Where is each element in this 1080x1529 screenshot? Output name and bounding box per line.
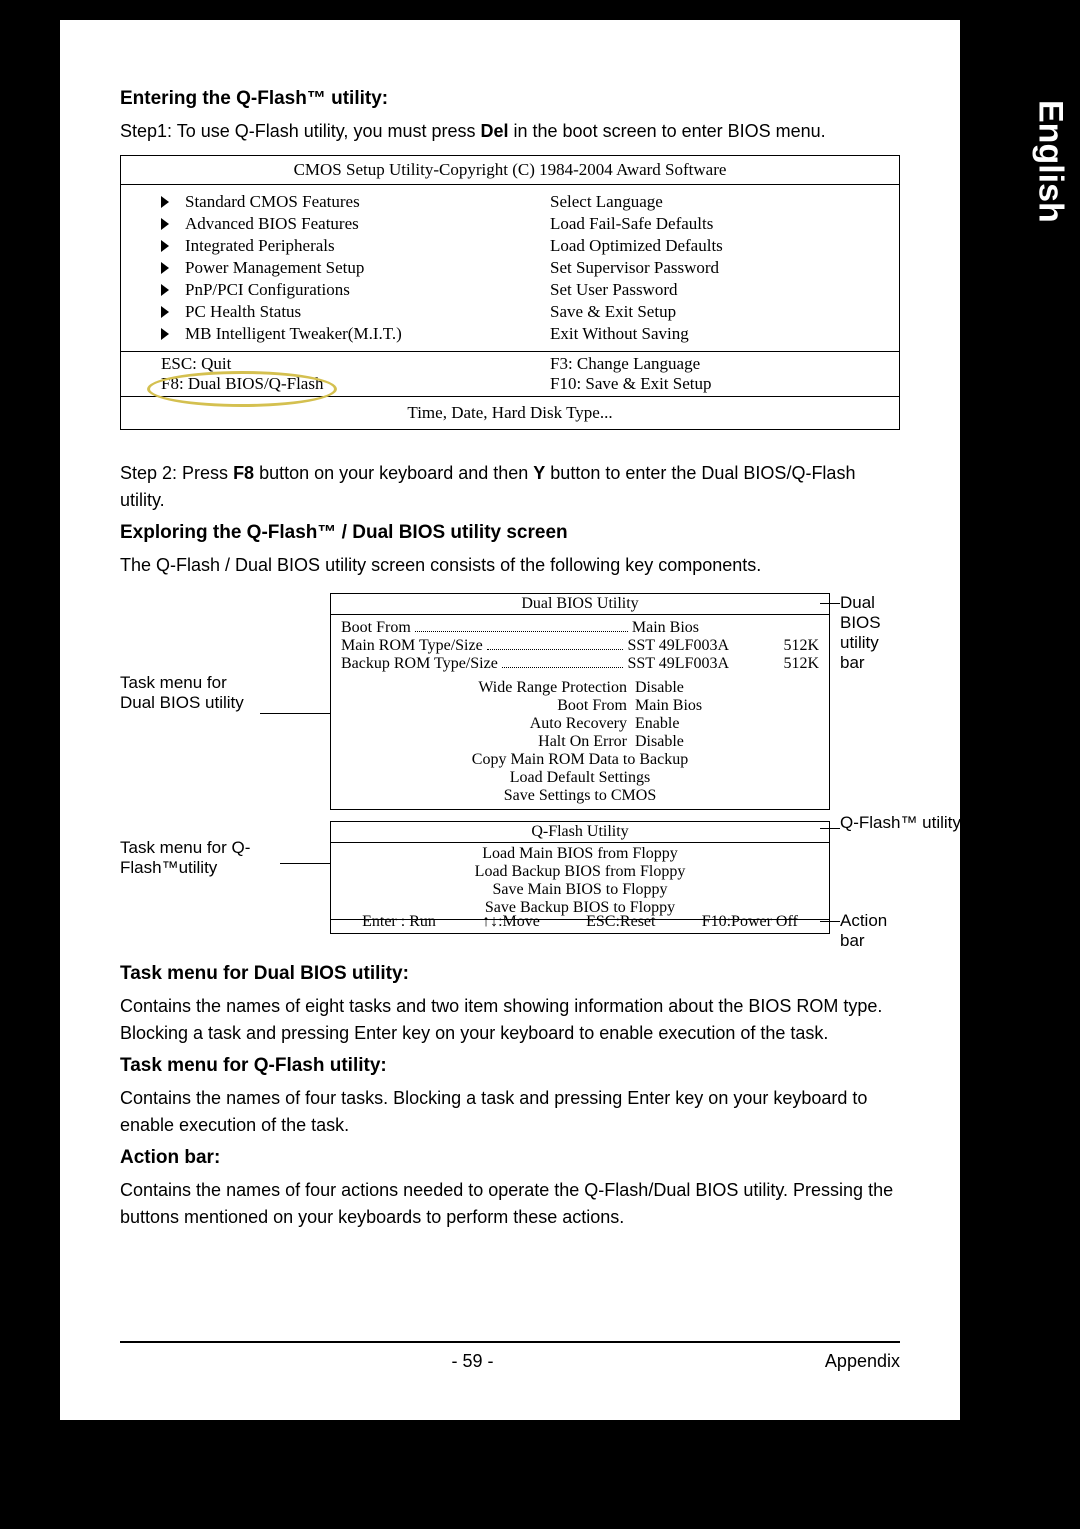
label-action-bar: Action bar — [840, 911, 900, 951]
esc-quit: ESC: Quit — [161, 354, 510, 374]
language-tab: English — [1020, 70, 1080, 270]
menu-item[interactable]: Integrated Peripherals — [185, 236, 335, 256]
label-dual-task: Task menu for Dual BIOS utility — [120, 673, 260, 713]
boot-from-val: Main Bios — [632, 619, 699, 637]
backup-rom-size: 512K — [729, 655, 819, 673]
dual-cmd[interactable]: Load Default Settings — [341, 769, 819, 787]
heading-dual-task: Task menu for Dual BIOS utility: — [120, 963, 900, 985]
step1-text: Step1: To use Q-Flash utility, you must … — [120, 118, 900, 145]
action-esc: ESC:Reset — [586, 913, 655, 931]
triangle-icon — [161, 328, 169, 340]
setting-label: Auto Recovery — [435, 715, 635, 733]
page-number: - 59 - — [451, 1351, 493, 1372]
setting-value[interactable]: Disable — [635, 733, 725, 751]
action-enter: Enter : Run — [362, 913, 436, 931]
setting-value[interactable]: Enable — [635, 715, 725, 733]
main-rom-val: SST 49LF003A — [627, 637, 729, 655]
main-rom-size: 512K — [729, 637, 819, 655]
menu-item[interactable]: Load Optimized Defaults — [550, 236, 723, 256]
f8-hint: F8: Dual BIOS/Q-Flash — [161, 374, 510, 394]
triangle-icon — [161, 306, 169, 318]
qflash-item[interactable]: Load Main BIOS from Floppy — [331, 845, 829, 863]
label-qflash-task: Task menu for Q-Flash™utility — [120, 838, 280, 878]
dual-bios-box: Dual BIOS Utility Boot FromMain Bios Mai… — [330, 593, 830, 810]
setting-label: Halt On Error — [435, 733, 635, 751]
cmos-title: CMOS Setup Utility-Copyright (C) 1984-20… — [121, 156, 899, 185]
menu-item[interactable]: Exit Without Saving — [550, 324, 689, 344]
step1-a: Step1: To use Q-Flash utility, you must … — [120, 121, 480, 141]
step1-b: in the boot screen to enter BIOS menu. — [509, 121, 826, 141]
triangle-icon — [161, 196, 169, 208]
heading-qflash-task: Task menu for Q-Flash utility: — [120, 1055, 900, 1077]
label-qflash-bar: Q-Flash™ utility title bar — [840, 813, 1040, 833]
setting-value[interactable]: Main Bios — [635, 697, 725, 715]
qflash-item[interactable]: Save Main BIOS to Floppy — [331, 881, 829, 899]
connector-line — [280, 863, 330, 864]
label-dual-bar: Dual BIOS utility bar — [840, 593, 900, 673]
action-move: ↑↓:Move — [482, 913, 540, 931]
action-bar: Enter : Run ↑↓:Move ESC:Reset F10:Power … — [330, 911, 830, 934]
step1-del: Del — [480, 121, 508, 141]
menu-item[interactable]: Set Supervisor Password — [550, 258, 719, 278]
heading-exploring: Exploring the Q-Flash™ / Dual BIOS utili… — [120, 522, 900, 544]
menu-item[interactable]: Select Language — [550, 192, 663, 212]
connector-line — [820, 921, 840, 922]
menu-item[interactable]: MB Intelligent Tweaker(M.I.T.) — [185, 324, 402, 344]
dual-cmd[interactable]: Save Settings to CMOS — [341, 787, 819, 805]
desc-qflash-task: Contains the names of four tasks. Blocki… — [120, 1085, 900, 1139]
cmos-setup-box: CMOS Setup Utility-Copyright (C) 1984-20… — [120, 155, 900, 430]
action-f10: F10:Power Off — [702, 913, 798, 931]
setting-label: Boot From — [435, 697, 635, 715]
connector-line — [820, 828, 840, 829]
menu-item[interactable]: Save & Exit Setup — [550, 302, 676, 322]
qflash-box: Q-Flash Utility Load Main BIOS from Flop… — [330, 821, 830, 920]
dual-bios-title: Dual BIOS Utility — [331, 594, 829, 614]
qflash-item[interactable]: Load Backup BIOS from Floppy — [331, 863, 829, 881]
exploring-intro: The Q-Flash / Dual BIOS utility screen c… — [120, 552, 900, 579]
heading-action-bar: Action bar: — [120, 1147, 900, 1169]
connector-line — [820, 603, 840, 604]
setting-label: Wide Range Protection — [435, 679, 635, 697]
setting-value[interactable]: Disable — [635, 679, 725, 697]
main-rom-label: Main ROM Type/Size — [341, 637, 483, 655]
menu-item[interactable]: PC Health Status — [185, 302, 301, 322]
menu-item[interactable]: PnP/PCI Configurations — [185, 280, 350, 300]
footer-section: Appendix — [825, 1351, 900, 1372]
menu-item[interactable]: Power Management Setup — [185, 258, 364, 278]
menu-item[interactable]: Set User Password — [550, 280, 678, 300]
menu-item[interactable]: Advanced BIOS Features — [185, 214, 359, 234]
f3-hint: F3: Change Language — [550, 354, 899, 374]
backup-rom-val: SST 49LF003A — [627, 655, 729, 673]
cmos-bottom: Time, Date, Hard Disk Type... — [121, 396, 899, 429]
utility-diagram: Task menu for Dual BIOS utility Task men… — [120, 593, 900, 933]
connector-line — [260, 713, 330, 714]
step2-text: Step 2: Press F8 button on your keyboard… — [120, 460, 900, 514]
desc-action-bar: Contains the names of four actions neede… — [120, 1177, 900, 1231]
triangle-icon — [161, 284, 169, 296]
triangle-icon — [161, 262, 169, 274]
desc-dual-task: Contains the names of eight tasks and tw… — [120, 993, 900, 1047]
heading-entering: Entering the Q-Flash™ utility: — [120, 88, 900, 110]
cmos-left-col: Standard CMOS Features Advanced BIOS Fea… — [121, 185, 510, 351]
triangle-icon — [161, 218, 169, 230]
footer-rule — [120, 1341, 900, 1343]
cmos-right-col: Select Language Load Fail-Safe Defaults … — [510, 185, 899, 351]
boot-from-label: Boot From — [341, 619, 411, 637]
backup-rom-label: Backup ROM Type/Size — [341, 655, 498, 673]
menu-item[interactable]: Standard CMOS Features — [185, 192, 360, 212]
menu-item[interactable]: Load Fail-Safe Defaults — [550, 214, 713, 234]
f10-hint: F10: Save & Exit Setup — [550, 374, 899, 394]
triangle-icon — [161, 240, 169, 252]
qflash-title: Q-Flash Utility — [331, 821, 829, 842]
page-content: Entering the Q-Flash™ utility: Step1: To… — [60, 20, 960, 1420]
dual-cmd[interactable]: Copy Main ROM Data to Backup — [341, 751, 819, 769]
